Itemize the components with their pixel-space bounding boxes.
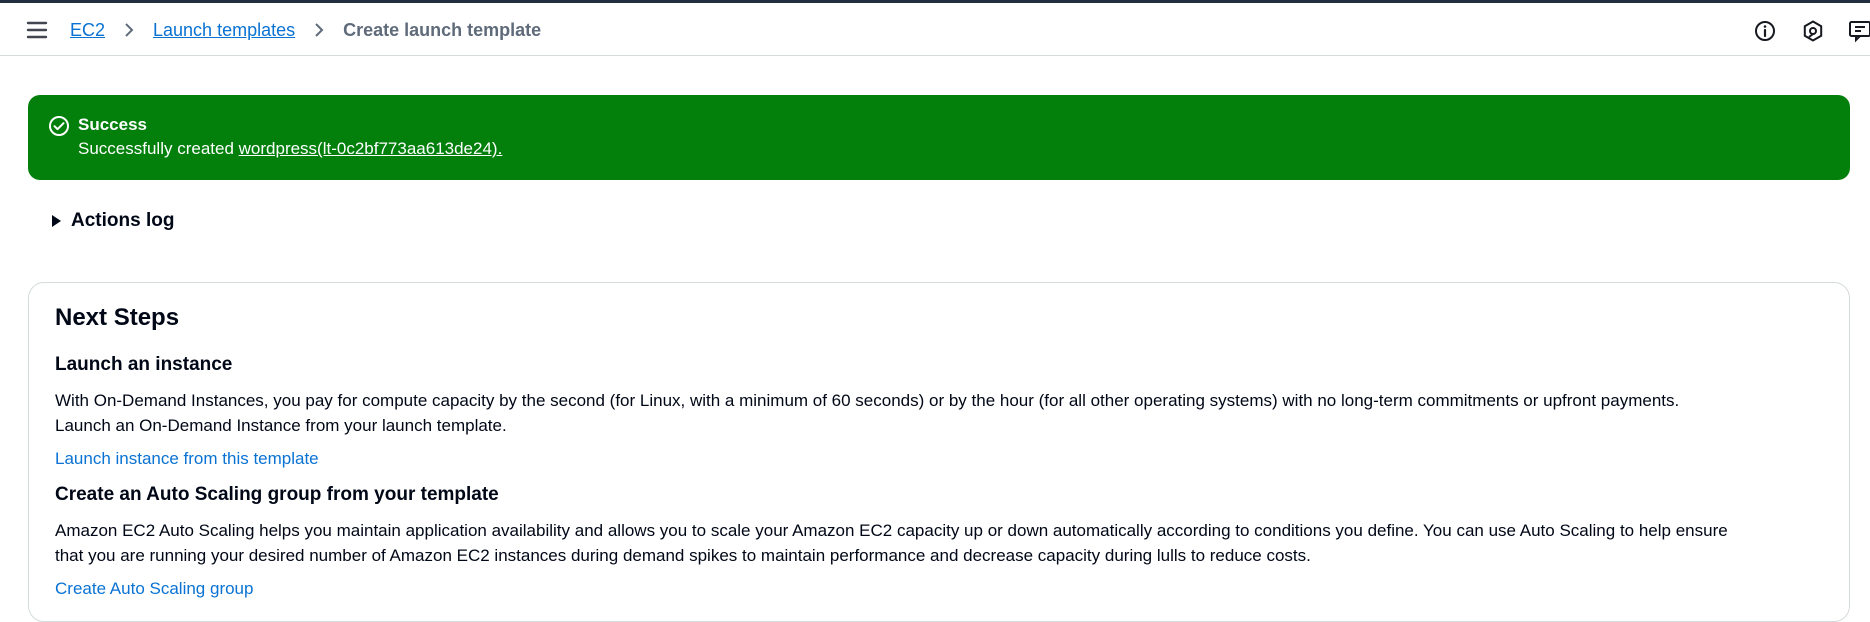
breadcrumb: EC2 Launch templates Create launch templ… xyxy=(70,17,541,43)
chevron-right-icon xyxy=(121,22,137,38)
actions-log-expander[interactable]: Actions log xyxy=(52,210,174,232)
next-steps-panel: Next Steps Launch an instance With On-De… xyxy=(28,282,1850,622)
create-auto-scaling-group-link[interactable]: Create Auto Scaling group xyxy=(55,579,253,599)
launch-instance-text-line-2: Launch an On-Demand Instance from your l… xyxy=(55,416,507,435)
actions-log-label: Actions log xyxy=(71,210,175,231)
flash-title: Success xyxy=(78,115,147,134)
info-icon[interactable] xyxy=(1753,19,1777,43)
flash-message-prefix: Successfully created xyxy=(78,139,239,158)
auto-scaling-text-line-1: Amazon EC2 Auto Scaling helps you mainta… xyxy=(55,521,1728,540)
hamburger-menu-icon[interactable] xyxy=(25,18,49,42)
auto-scaling-heading: Create an Auto Scaling group from your t… xyxy=(55,484,499,505)
auto-scaling-text-line-2: that you are running your desired number… xyxy=(55,546,1311,565)
breadcrumb-current-page: Create launch template xyxy=(343,19,542,40)
chevron-right-icon xyxy=(311,22,327,38)
launch-instance-link[interactable]: Launch instance from this template xyxy=(55,449,319,469)
settings-hex-icon[interactable] xyxy=(1801,19,1825,43)
feedback-icon[interactable] xyxy=(1848,19,1870,43)
success-flash-banner: Success Successfully created wordpress(l… xyxy=(28,95,1850,180)
breadcrumb-ec2-link[interactable]: EC2 xyxy=(70,20,105,41)
launch-instance-heading: Launch an instance xyxy=(55,354,233,375)
flash-message: Successfully created wordpress(lt-0c2bf7… xyxy=(78,139,502,159)
breadcrumb-launch-templates-link[interactable]: Launch templates xyxy=(153,20,295,41)
launch-instance-text-line-1: With On-Demand Instances, you pay for co… xyxy=(55,391,1680,410)
next-steps-title: Next Steps xyxy=(55,304,180,331)
launch-template-link[interactable]: wordpress(lt-0c2bf773aa613de24). xyxy=(239,139,503,158)
check-circle-icon xyxy=(48,115,70,137)
top-navigation-bar: EC2 Launch templates Create launch templ… xyxy=(0,3,1870,56)
caret-right-icon xyxy=(52,215,61,227)
